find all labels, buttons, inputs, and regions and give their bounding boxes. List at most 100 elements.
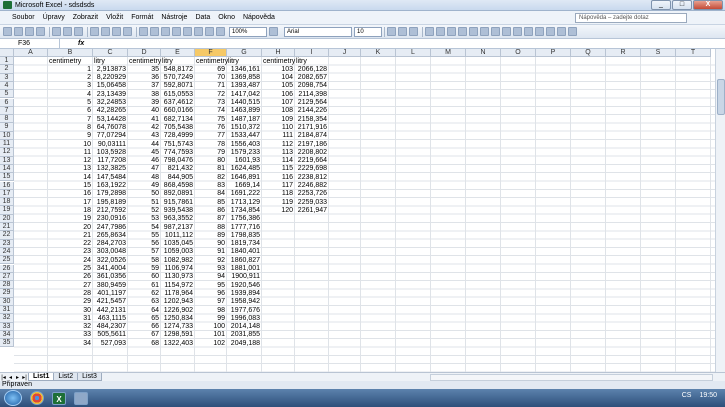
prev-sheet-icon[interactable]: ◂ [7,374,14,381]
open-icon[interactable] [14,27,23,36]
cell-f20[interactable]: 87 [195,215,226,222]
app-taskbar-icon[interactable] [74,391,88,405]
underline-icon[interactable] [409,27,418,36]
cell-g3[interactable]: 1369,858 [227,74,261,81]
cell-e23[interactable]: 1035,045 [161,240,194,247]
column-header-r[interactable]: R [606,49,641,57]
cell-d11[interactable]: 44 [128,141,160,148]
decrease-decimal-icon[interactable] [513,27,522,36]
cell-i15[interactable]: 2238,812 [295,174,328,181]
cell-i9[interactable]: 2171,916 [295,124,328,131]
cell-e18[interactable]: 915,7861 [161,199,194,206]
cell-c14[interactable]: 132,3825 [93,165,127,172]
column-header-a[interactable]: A [14,49,48,57]
borders-icon[interactable] [546,27,555,36]
cell-b32[interactable]: 31 [48,315,92,322]
cell-e12[interactable]: 774,7593 [161,149,194,156]
cell-b14[interactable]: 13 [48,165,92,172]
menu-soubor[interactable]: Soubor [8,14,39,21]
cell-b9[interactable]: 8 [48,124,92,131]
cell-b3[interactable]: 2 [48,74,92,81]
cell-f33[interactable]: 100 [195,323,226,330]
cell-i8[interactable]: 2158,354 [295,116,328,123]
cell-d21[interactable]: 54 [128,224,160,231]
cell-g20[interactable]: 1756,386 [227,215,261,222]
hyperlink-icon[interactable] [161,27,170,36]
cell-f5[interactable]: 72 [195,91,226,98]
cell-g16[interactable]: 1669,14 [227,182,261,189]
cell-b18[interactable]: 17 [48,199,92,206]
row-header[interactable]: 11 [0,140,14,149]
cell-e11[interactable]: 751,5743 [161,141,194,148]
cell-f25[interactable]: 92 [195,257,226,264]
cell-h15[interactable]: 116 [262,174,294,181]
cell-h7[interactable]: 108 [262,107,294,114]
cell-f24[interactable]: 91 [195,248,226,255]
print-preview-icon[interactable] [63,27,72,36]
row-header[interactable]: 31 [0,306,14,315]
cell-h13[interactable]: 114 [262,157,294,164]
chart-wizard-icon[interactable] [205,27,214,36]
percent-icon[interactable] [480,27,489,36]
cell-i12[interactable]: 2208,802 [295,149,328,156]
row-header[interactable]: 23 [0,239,14,248]
last-sheet-icon[interactable]: ▸| [21,374,28,381]
cell-f13[interactable]: 80 [195,157,226,164]
vertical-scrollbar[interactable] [715,49,725,372]
cell-i5[interactable]: 2114,398 [295,91,328,98]
column-header-c[interactable]: C [93,49,128,57]
cell-c7[interactable]: 42,28265 [93,107,127,114]
cell-h6[interactable]: 107 [262,99,294,106]
cell-h3[interactable]: 104 [262,74,294,81]
cell-c35[interactable]: 527,093 [93,340,127,347]
cell-h14[interactable]: 115 [262,165,294,172]
cell-h16[interactable]: 117 [262,182,294,189]
cell-d12[interactable]: 45 [128,149,160,156]
cell-e8[interactable]: 682,7134 [161,116,194,123]
cell-b4[interactable]: 3 [48,82,92,89]
cell-g11[interactable]: 1556,403 [227,141,261,148]
cell-i17[interactable]: 2253,726 [295,190,328,197]
currency-icon[interactable] [469,27,478,36]
cell-e10[interactable]: 728,4999 [161,132,194,139]
cell-c10[interactable]: 77,07294 [93,132,127,139]
cell-e20[interactable]: 963,3552 [161,215,194,222]
cell-b28[interactable]: 27 [48,282,92,289]
cell-c17[interactable]: 179,2898 [93,190,127,197]
cell-d26[interactable]: 59 [128,265,160,272]
cell-c5[interactable]: 23,13439 [93,91,127,98]
menu-nastroje[interactable]: Nástroje [157,14,191,21]
new-icon[interactable] [3,27,12,36]
cell-c25[interactable]: 322,0526 [93,257,127,264]
row-header[interactable]: 29 [0,289,14,298]
cell-c11[interactable]: 90,03111 [93,141,127,148]
thousands-icon[interactable] [491,27,500,36]
undo-icon[interactable] [139,27,148,36]
row-header[interactable]: 8 [0,115,14,124]
cell-d22[interactable]: 55 [128,232,160,239]
cell-e19[interactable]: 939,5438 [161,207,194,214]
cell-b12[interactable]: 11 [48,149,92,156]
cell-d1[interactable]: centimetry [128,58,162,65]
row-header[interactable]: 33 [0,322,14,331]
autosum-icon[interactable] [172,27,181,36]
zoom-select[interactable]: 100% [229,26,267,37]
cell-c19[interactable]: 212,7592 [93,207,127,214]
column-header-q[interactable]: Q [571,49,606,57]
excel-taskbar-icon[interactable]: X [52,391,66,405]
cell-e34[interactable]: 1298,591 [161,331,194,338]
cell-b13[interactable]: 12 [48,157,92,164]
cell-e22[interactable]: 1011,112 [161,232,194,239]
menu-okno[interactable]: Okno [214,14,239,21]
sort-descending-icon[interactable] [194,27,203,36]
cell-d24[interactable]: 57 [128,248,160,255]
align-right-icon[interactable] [447,27,456,36]
cell-i4[interactable]: 2098,754 [295,82,328,89]
cell-f8[interactable]: 75 [195,116,226,123]
cell-e5[interactable]: 615,0553 [161,91,194,98]
cell-f28[interactable]: 95 [195,282,226,289]
cell-b7[interactable]: 6 [48,107,92,114]
row-header[interactable]: 18 [0,198,14,207]
cell-g15[interactable]: 1646,891 [227,174,261,181]
select-all-corner[interactable] [0,49,14,57]
